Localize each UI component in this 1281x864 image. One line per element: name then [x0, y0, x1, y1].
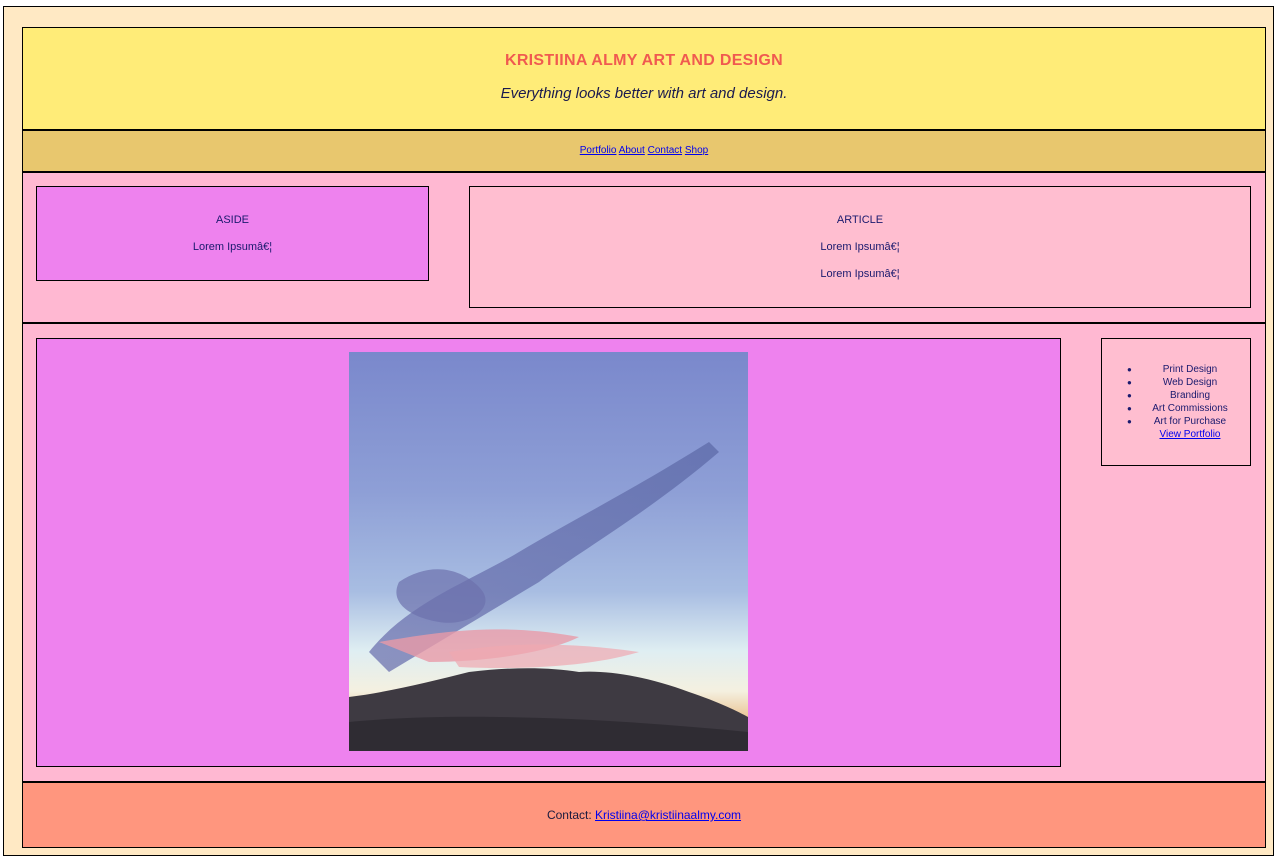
list-item: ● Art Commissions [1102, 402, 1250, 415]
article-heading: ARTICLE [836, 214, 884, 226]
site-container: KRISTIINA ALMY ART AND DESIGN Everything… [22, 27, 1266, 848]
services-list: ● Print Design ● Web Design ● Branding ● Art… [1102, 363, 1250, 428]
nav-link-about[interactable]: About [619, 145, 645, 156]
gallery-row: ● Print Design ● Web Design ● Branding ● Art… [23, 324, 1265, 783]
site-footer: Contact: Kristiina@kristiinaalmy.com [23, 783, 1265, 847]
sunset-painting-image [349, 352, 748, 751]
gallery-box [36, 338, 1061, 767]
main-nav: Portfolio About Contact Shop [23, 131, 1265, 173]
nav-link-shop[interactable]: Shop [685, 145, 708, 156]
aside-box: ASIDE Lorem Ipsumâ€¦ [36, 186, 429, 281]
view-portfolio-wrapper: View Portfolio [1102, 428, 1250, 441]
page: KRISTIINA ALMY ART AND DESIGN Everything… [3, 6, 1274, 856]
list-item: ● Branding [1102, 389, 1250, 402]
footer-contact-label: Contact: [546, 808, 592, 822]
service-label: Web Design [1162, 377, 1218, 388]
services-box: ● Print Design ● Web Design ● Branding ● Art… [1101, 338, 1251, 466]
site-title: KRISTIINA ALMY ART AND DESIGN [504, 52, 784, 69]
list-item: ● Web Design [1102, 376, 1250, 389]
site-header: KRISTIINA ALMY ART AND DESIGN Everything… [23, 28, 1265, 131]
list-item: ● Print Design [1102, 363, 1250, 376]
bullet-icon: ● [1127, 391, 1132, 400]
nav-link-portfolio[interactable]: Portfolio [580, 145, 617, 156]
bullet-icon: ● [1127, 417, 1132, 426]
nav-link-contact[interactable]: Contact [648, 145, 682, 156]
service-label: Art for Purchase [1153, 416, 1227, 427]
bullet-icon: ● [1127, 378, 1132, 387]
aside-heading: ASIDE [215, 214, 249, 226]
footer-email-link[interactable]: Kristiina@kristiinaalmy.com [595, 808, 741, 822]
view-portfolio-link[interactable]: View Portfolio [1160, 429, 1221, 440]
site-tagline: Everything looks better with art and des… [500, 85, 788, 102]
aside-text: Lorem Ipsumâ€¦ [192, 241, 273, 253]
list-item: ● Art for Purchase [1102, 415, 1250, 428]
service-label: Print Design [1162, 364, 1218, 375]
bullet-icon: ● [1127, 404, 1132, 413]
article-paragraph-1: Lorem Ipsumâ€¦ [820, 241, 900, 253]
bullet-icon: ● [1127, 365, 1132, 374]
service-label: Art Commissions [1152, 403, 1228, 414]
article-box: ARTICLE Lorem Ipsumâ€¦ Lorem Ipsumâ€¦ [469, 186, 1251, 308]
service-label: Branding [1169, 390, 1211, 401]
article-paragraph-2: Lorem Ipsumâ€¦ [820, 268, 900, 280]
content-row: ASIDE Lorem Ipsumâ€¦ ARTICLE Lorem Ipsum… [23, 173, 1265, 324]
